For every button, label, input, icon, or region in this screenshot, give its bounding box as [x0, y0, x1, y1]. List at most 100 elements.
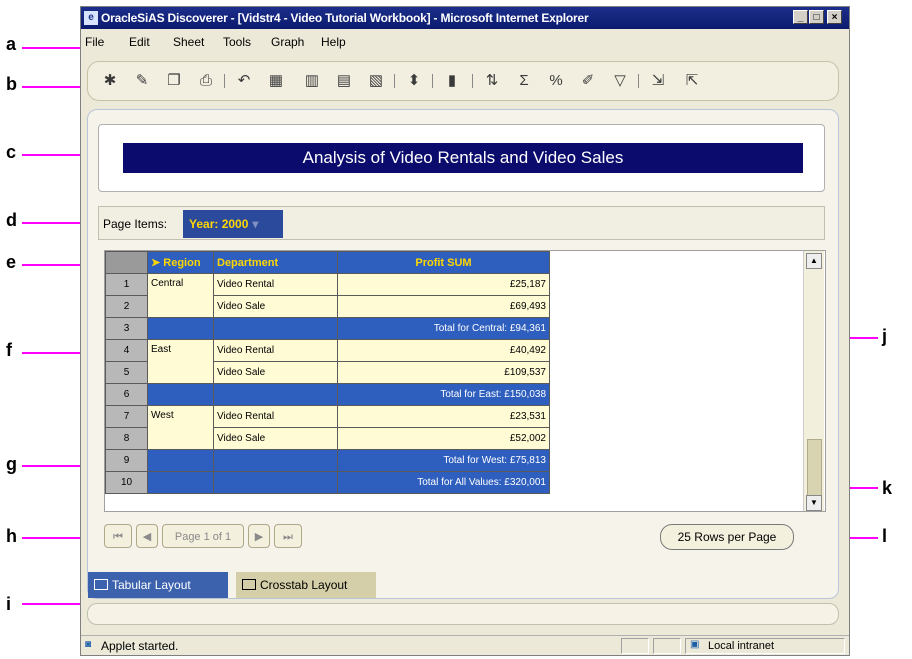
crosstab-icon — [242, 579, 256, 590]
minimize-button[interactable]: _ — [793, 10, 808, 24]
total-cell: Total for East: £150,038 — [337, 383, 550, 406]
row-number: 8 — [105, 427, 148, 450]
header-region[interactable]: ➤ Region — [147, 251, 214, 274]
status-zone-segment: ▣ Local intranet — [685, 638, 845, 654]
next-page-button[interactable]: ▶ — [248, 524, 270, 548]
filter-icon[interactable]: ▽ — [610, 71, 630, 91]
tab-crosstab-layout[interactable]: Crosstab Layout — [236, 572, 376, 598]
menu-graph[interactable]: Graph — [271, 35, 304, 49]
callout-d: d — [6, 210, 17, 230]
row-number: 1 — [105, 273, 148, 296]
row-number: 9 — [105, 449, 148, 472]
menu-sheet[interactable]: Sheet — [173, 35, 204, 49]
row-number: 10 — [105, 471, 148, 494]
open-icon[interactable]: ❐ — [164, 71, 184, 91]
graph-icon[interactable]: ▮ — [442, 71, 462, 91]
year-dropdown[interactable]: Year: 2000 ▾ — [183, 210, 283, 238]
page-items-label: Page Items: — [103, 217, 168, 231]
tab-tabular-layout[interactable]: Tabular Layout — [88, 572, 228, 598]
close-button[interactable]: × — [827, 10, 842, 24]
menu-edit[interactable]: Edit — [129, 35, 150, 49]
row-number: 4 — [105, 339, 148, 362]
calc-icon[interactable]: ✐ — [578, 71, 598, 91]
edit-icon[interactable]: ✎ — [132, 71, 152, 91]
blank-cell — [213, 449, 338, 472]
crosstab-icon[interactable]: ▥ — [302, 71, 322, 91]
chart-icon[interactable]: ▤ — [334, 71, 354, 91]
table-icon — [94, 579, 108, 590]
header-department[interactable]: Department — [213, 251, 338, 274]
tab-tabular-label: Tabular Layout — [112, 578, 191, 592]
grand-total-row: 10 Total for All Values: £320,001 — [105, 471, 550, 494]
undo-icon[interactable]: ↶ — [234, 71, 254, 91]
row-number: 5 — [105, 361, 148, 384]
blank-cell — [213, 471, 338, 494]
maximize-button[interactable]: □ — [809, 10, 824, 24]
sum-icon[interactable]: Σ — [514, 71, 534, 91]
department-cell: Video Rental — [213, 273, 338, 296]
callout-f: f — [6, 340, 12, 360]
region-cell: East — [147, 339, 214, 384]
blank-cell — [147, 383, 214, 406]
profit-cell: £52,002 — [337, 427, 550, 450]
last-page-button[interactable]: ⏭ — [274, 524, 302, 548]
row-number: 2 — [105, 295, 148, 318]
table-row: 1 Central Video Rental £25,187 — [105, 273, 550, 318]
table-row: 4 East Video Rental £40,492 — [105, 339, 550, 384]
region-cell: West — [147, 405, 214, 450]
sort-icon[interactable]: ⇅ — [482, 71, 502, 91]
pivot-icon[interactable]: ▧ — [366, 71, 386, 91]
callout-b: b — [6, 74, 17, 94]
report-title: Analysis of Video Rentals and Video Sale… — [123, 143, 803, 173]
tab-crosstab-label: Crosstab Layout — [260, 578, 348, 592]
report-table: ➤ Region Department Profit SUM 1 Central… — [104, 250, 826, 512]
department-cell: Video Sale — [213, 361, 338, 384]
title-bar: e OracleSiAS Discoverer - [Vidstr4 - Vid… — [81, 7, 849, 29]
profit-cell: £109,537 — [337, 361, 550, 384]
worksheet-area: Analysis of Video Rentals and Video Sale… — [87, 109, 839, 599]
total-cell: Total for Central: £94,361 — [337, 317, 550, 340]
total-row: 6 Total for East: £150,038 — [105, 383, 550, 406]
export-icon[interactable]: ⇲ — [648, 71, 668, 91]
status-text: Applet started. — [101, 639, 179, 653]
rows-per-page-button[interactable]: 25 Rows per Page — [660, 524, 794, 550]
menu-file[interactable]: File — [85, 35, 104, 49]
total-row: 3 Total for Central: £94,361 — [105, 317, 550, 340]
table-row: 7 West Video Rental £23,531 — [105, 405, 550, 450]
percent-icon[interactable]: % — [546, 71, 566, 91]
profit-cell: £69,493 — [337, 295, 550, 318]
menu-tools[interactable]: Tools — [223, 35, 251, 49]
blank-cell — [213, 317, 338, 340]
status-segment — [653, 638, 681, 654]
chevron-down-icon: ▾ — [252, 217, 259, 231]
intranet-icon: ▣ — [690, 639, 700, 650]
region-cell: Central — [147, 273, 214, 318]
row-number: 6 — [105, 383, 148, 406]
header-profit[interactable]: Profit SUM — [337, 251, 550, 274]
callout-c: c — [6, 142, 17, 162]
corner-cell — [105, 251, 148, 274]
scroll-up-icon[interactable]: ▲ — [806, 253, 822, 269]
status-field — [87, 603, 839, 625]
table-icon[interactable]: ▦ — [266, 71, 286, 91]
profit-cell: £25,187 — [337, 273, 550, 296]
drill-icon[interactable]: ⬍ — [404, 71, 424, 91]
prev-page-button[interactable]: ◀ — [136, 524, 158, 548]
scroll-down-icon[interactable]: ▼ — [806, 495, 822, 511]
browser-window: e OracleSiAS Discoverer - [Vidstr4 - Vid… — [80, 6, 850, 656]
applet-icon: ◙ — [85, 639, 92, 650]
vertical-scrollbar[interactable]: ▲ ▼ — [803, 251, 824, 511]
browser-status-bar: ◙ Applet started. ▣ Local intranet — [81, 635, 849, 656]
callout-j: j — [882, 326, 888, 346]
row-number: 3 — [105, 317, 148, 340]
import-icon[interactable]: ⇱ — [682, 71, 702, 91]
scroll-thumb[interactable] — [807, 439, 822, 497]
menu-help[interactable]: Help — [321, 35, 346, 49]
first-page-button[interactable]: ⏮ — [104, 524, 132, 548]
print-icon[interactable]: ⎙ — [196, 71, 216, 91]
blank-cell — [147, 471, 214, 494]
new-icon[interactable]: ✱ — [100, 71, 120, 91]
total-cell: Total for West: £75,813 — [337, 449, 550, 472]
blank-cell — [147, 317, 214, 340]
page-indicator: Page 1 of 1 — [162, 524, 244, 548]
